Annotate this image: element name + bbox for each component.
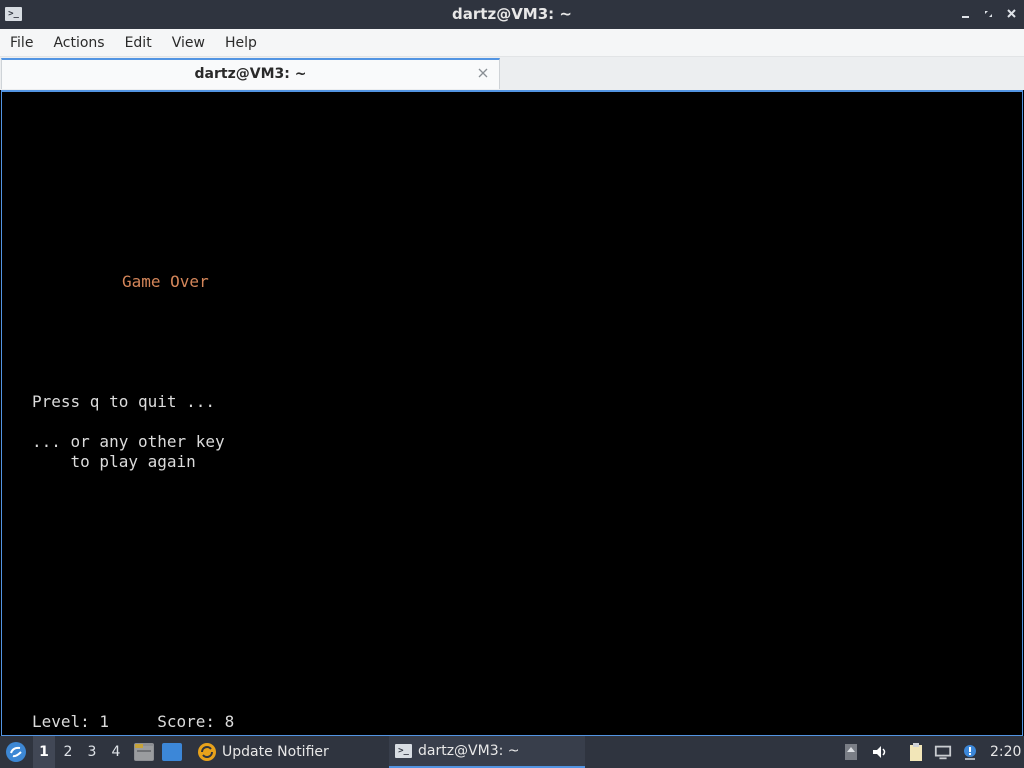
menu-edit[interactable]: Edit [125,35,152,51]
notification-icon[interactable] [961,743,979,761]
menu-help[interactable]: Help [225,35,257,51]
workspace-4[interactable]: 4 [105,736,127,768]
workspace-2[interactable]: 2 [57,736,79,768]
menu-actions[interactable]: Actions [53,35,104,51]
task-label: Update Notifier [222,744,329,760]
close-icon[interactable] [1005,6,1018,22]
task-update-notifier[interactable]: Update Notifier [190,736,335,768]
tab-bar: dartz@VM3: ~ [0,57,1024,90]
game-over-text: Game Over [122,272,209,291]
upload-icon[interactable] [844,743,862,761]
tab-label: dartz@VM3: ~ [194,66,307,82]
quit-prompt: Press q to quit ... [32,392,216,411]
replay-prompt-line2: to play again [32,452,196,471]
task-label: dartz@VM3: ~ [418,743,520,759]
replay-prompt-line1: ... or any other key [32,432,225,451]
tab-terminal[interactable]: dartz@VM3: ~ [1,58,500,89]
terminal-icon: >_ [395,744,412,758]
terminal-area[interactable]: Game Over Press q to quit ... ... or any… [1,90,1023,736]
clock[interactable]: 2:20 [990,736,1021,768]
clipboard-icon[interactable] [907,743,925,761]
menu-view[interactable]: View [172,35,205,51]
close-tab-icon[interactable] [475,65,491,81]
menu-bar: File Actions Edit View Help [0,29,1024,57]
status-line: Level: 1 Score: 8 [32,712,235,731]
taskbar: 1 2 3 4 Update Notifier >_ dartz@VM3: ~ … [0,736,1024,768]
window-titlebar[interactable]: >_ dartz@VM3: ~ [0,0,1024,29]
task-terminal[interactable]: >_ dartz@VM3: ~ [389,736,585,768]
file-manager-icon[interactable] [134,743,154,761]
start-menu-icon[interactable] [6,742,26,762]
restore-icon[interactable] [982,6,995,22]
menu-file[interactable]: File [10,35,33,51]
window-title: dartz@VM3: ~ [452,5,572,23]
network-icon[interactable] [934,743,952,761]
window-controls [959,6,1018,22]
minimize-icon[interactable] [959,6,972,22]
workspace-3[interactable]: 3 [81,736,103,768]
volume-icon[interactable] [871,743,889,761]
update-notifier-icon [198,743,216,761]
workspace-1[interactable]: 1 [33,736,55,768]
desktop-icon[interactable] [162,743,182,761]
